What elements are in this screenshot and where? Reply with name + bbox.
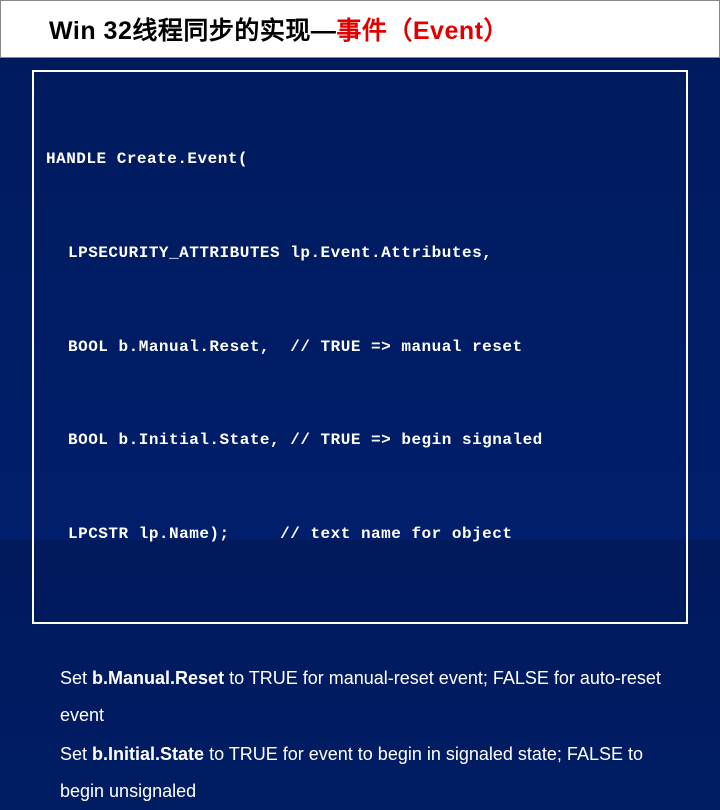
slide: Win 32线程同步的实现—事件（Event） HANDLE Create.Ev… xyxy=(0,0,720,540)
desc-2-bold: b.Initial.State xyxy=(92,744,204,764)
code-line-5: LPCSTR lp.Name); // text name for object xyxy=(46,519,674,550)
code-line-2: LPSECURITY_ATTRIBUTES lp.Event.Attribute… xyxy=(46,238,674,269)
desc-line-1: Set b.Manual.Reset to TRUE for manual-re… xyxy=(60,660,672,734)
code-line-3: BOOL b.Manual.Reset, // TRUE => manual r… xyxy=(46,332,674,363)
code-line-4: BOOL b.Initial.State, // TRUE => begin s… xyxy=(46,425,674,456)
code-line-1: HANDLE Create.Event( xyxy=(46,144,674,175)
desc-line-2: Set b.Initial.State to TRUE for event to… xyxy=(60,736,672,810)
desc-2-pre: Set xyxy=(60,744,92,764)
desc-1-bold: b.Manual.Reset xyxy=(92,668,224,688)
description: Set b.Manual.Reset to TRUE for manual-re… xyxy=(60,660,672,810)
title-bar: Win 32线程同步的实现—事件（Event） xyxy=(0,0,720,58)
desc-1-pre: Set xyxy=(60,668,92,688)
title-prefix: Win 32线程同步的实现— xyxy=(49,17,336,45)
code-block: HANDLE Create.Event( LPSECURITY_ATTRIBUT… xyxy=(32,70,688,624)
title-highlight: 事件（Event） xyxy=(336,17,509,45)
slide-title: Win 32线程同步的实现—事件（Event） xyxy=(49,17,509,45)
